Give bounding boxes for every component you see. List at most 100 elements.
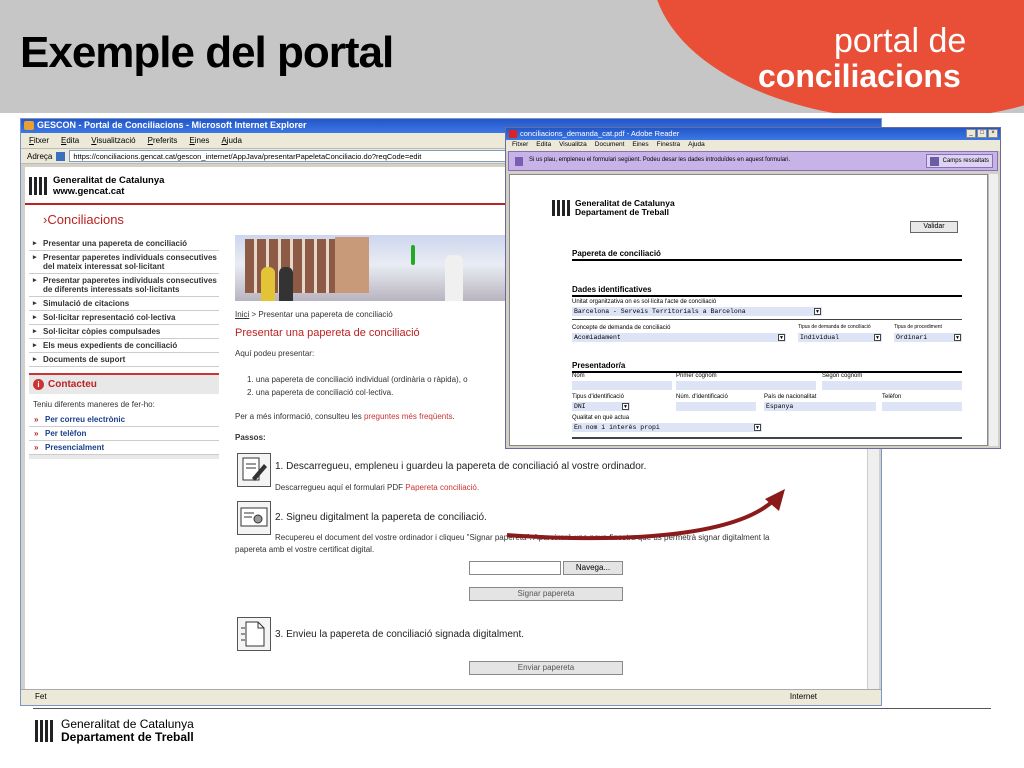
tipus-procediment-select[interactable]: Ordinari [894,333,962,342]
menu-edita[interactable]: Edita [61,136,79,145]
slide-header: Exemple del portal portal de conciliacio… [0,0,1024,113]
label-tipus-demanda: Tipus de demanda de conciliació [798,324,871,330]
sidebar-item-simulacio[interactable]: Simulació de citacions [29,297,219,311]
brand-conciliacions: conciliacions [758,58,961,94]
pdf-menu-visualitza[interactable]: Visualitza [559,141,587,150]
sidebar-item-representacio[interactable]: Sol·licitar representació col·lectiva [29,311,219,325]
section-title: ›Conciliacions [43,212,124,227]
pdf-menu-finestra[interactable]: Finestra [657,141,680,150]
chevron-down-icon[interactable]: ▼ [754,424,761,431]
pdf-form-link[interactable]: Papereta conciliació. [405,483,479,492]
gencat-logo[interactable]: Generalitat de Catalunya www.gencat.cat [29,175,164,197]
step1-sub: Descarregueu aquí el formulari PDF Paper… [275,483,480,492]
minimize-icon[interactable]: _ [966,129,976,138]
label-telefon: Telèfon [882,394,902,400]
list-item-collectiva: 2. una papereta de conciliació col·lecti… [247,388,394,397]
chevron-down-icon[interactable]: ▼ [778,334,785,341]
contact-subtitle: Teniu diferents maneres de fer-ho: [29,394,219,413]
form-message-bar: Si us plau, empleneu el formulari següen… [508,151,998,171]
label-pais: País de nacionalitat [764,394,817,400]
menu-ajuda[interactable]: Ajuda [221,136,241,145]
concepte-select[interactable]: Acomiadament [572,333,786,342]
gencat-bars-icon [29,177,47,195]
browse-button[interactable]: Navega... [563,561,623,575]
gencat-bars-icon [35,720,53,742]
pdf-menu-ajuda[interactable]: Ajuda [688,141,705,150]
brand-portal-de: portal de [834,22,967,60]
chevron-down-icon[interactable]: ▼ [814,308,821,315]
section-presentador: Presentador/a [572,361,962,373]
validar-button[interactable]: Validar [910,221,958,233]
step1-title: 1. Descarregueu, empleneu i guardeu la p… [275,461,647,472]
file-path-input[interactable] [469,561,561,575]
sidebar-item-individuals-diferents[interactable]: Presentar paperetes individuals consecut… [29,274,219,297]
footer-divider [33,708,991,709]
ie-icon [24,121,34,130]
telefon-input[interactable] [882,402,962,411]
page-icon [56,151,66,161]
contact-phone-link[interactable]: Per telèfon [29,427,219,441]
send-button[interactable]: Enviar papereta [469,661,623,675]
chevron-down-icon[interactable]: ▼ [622,403,629,410]
contact-inperson-link[interactable]: Presencialment [29,441,219,455]
pdf-menu-fitxer[interactable]: Fitxer [512,141,528,150]
primer-cognom-input[interactable] [676,381,816,390]
menu-eines[interactable]: Eines [189,136,209,145]
form-title: Papereta de conciliació [572,249,962,261]
status-zone: Internet [789,692,817,701]
chevron-down-icon[interactable]: ▼ [874,334,881,341]
pdf-titlebar[interactable]: conciliacions_demanda_cat.pdf - Adobe Re… [506,128,1000,140]
gencat-name: Generalitat de Catalunya [53,175,165,186]
sign-button[interactable]: Signar papereta [469,587,623,601]
unitat-select[interactable]: Barcelona - Serveis Territorials a Barce… [572,307,822,316]
gencat-url: www.gencat.cat [53,186,125,197]
section-dades: Dades identificatives [572,285,962,297]
num-id-input[interactable] [676,402,756,411]
page-heading: Presentar una papereta de conciliació [235,327,420,339]
qualitat-select[interactable]: En nom i interès propi [572,423,762,432]
pdf-page: Generalitat de Catalunya Departament de … [509,174,988,446]
faq-link[interactable]: preguntes més freqüents [364,412,453,421]
close-icon[interactable]: × [988,129,998,138]
label-segon-cognom: Segon cognom [822,373,863,379]
sidebar-item-documents[interactable]: Documents de suport [29,353,219,367]
breadcrumb-home[interactable]: Inici [235,310,249,319]
segon-cognom-input[interactable] [822,381,962,390]
sidebar-item-individuals-mateix[interactable]: Presentar paperetes individuals consecut… [29,251,219,274]
maximize-icon[interactable]: □ [977,129,987,138]
pdf-menu-document[interactable]: Document [595,141,625,150]
certificate-icon [237,501,271,535]
pdf-menu-eines[interactable]: Eines [632,141,648,150]
label-tipus-procediment: Tipus de procediment [894,324,942,330]
pdf-scrollbar[interactable] [988,174,998,446]
menu-fitxer[interactable]: Fitxer [29,136,49,145]
nom-input[interactable] [572,381,672,390]
menu-preferits[interactable]: Preferits [148,136,178,145]
step2-title: 2. Signeu digitalment la papereta de con… [275,512,487,523]
pdf-title-text: conciliacions_demanda_cat.pdf - Adobe Re… [520,129,680,138]
tipus-demanda-select[interactable]: Individual [798,333,882,342]
edit-document-icon [237,453,271,487]
pdf-menu-edita[interactable]: Edita [536,141,551,150]
steps-label: Passos: [235,433,266,442]
footer-logo: Generalitat de Catalunya Departament de … [35,718,194,744]
highlight-fields-button[interactable]: Camps ressaltats [925,154,993,168]
more-info: Per a més informació, consulteu les preg… [235,412,455,421]
label-unitat: Unitat organitzativa on es sol·licita l'… [572,299,717,305]
breadcrumb: Inici > Presentar una papereta de concil… [235,310,393,319]
slide-title: Exemple del portal [20,28,394,77]
list-item-individual: 1. una papereta de conciliació individua… [247,375,468,384]
label-tipus-id: Tipus d'identificació [572,394,624,400]
pais-input[interactable]: Espanya [764,402,876,411]
sidebar-item-expedients[interactable]: Els meus expedients de conciliació [29,339,219,353]
menu-visualitzacio[interactable]: Visualització [91,136,135,145]
intro-text: Aquí podeu presentar: [235,349,315,358]
hero-image [235,235,507,301]
chevron-down-icon[interactable]: ▼ [954,334,961,341]
pdf-logo-line2: Departament de Treball [575,207,670,217]
contact-email-link[interactable]: Per correu electrònic [29,413,219,427]
sidebar-item-presentar[interactable]: Presentar una papereta de conciliació [29,237,219,251]
sidebar-item-copies[interactable]: Sol·licitar còpies compulsades [29,325,219,339]
footer-line2: Departament de Treball [61,730,194,744]
gencat-bars-icon [552,200,570,216]
